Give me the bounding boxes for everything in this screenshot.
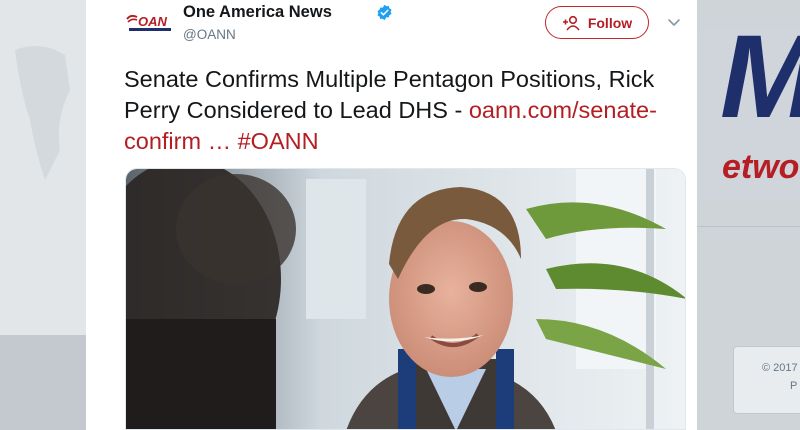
oan-logo: OAN xyxy=(126,14,171,31)
display-name[interactable]: One America News xyxy=(183,3,332,22)
follow-icon xyxy=(562,15,580,31)
avatar[interactable]: OAN xyxy=(125,6,173,42)
tweet-modal: OAN One America News @OANN Follow Senate… xyxy=(86,0,697,430)
world-map-graphic xyxy=(15,46,70,180)
background-divider xyxy=(697,226,800,227)
follow-button[interactable]: Follow xyxy=(545,6,649,39)
tweet-photo[interactable] xyxy=(125,168,686,430)
background-footer-link[interactable]: P xyxy=(790,380,797,392)
tweet-ellipsis: … xyxy=(201,128,238,154)
hashtag-link[interactable]: #OANN xyxy=(238,128,319,154)
background-left-lower xyxy=(0,335,86,430)
background-copyright: © 2017 xyxy=(762,362,798,374)
handle[interactable]: @OANN xyxy=(183,27,236,42)
follow-label: Follow xyxy=(587,14,633,31)
banner-logo-letter: M xyxy=(720,18,800,136)
tweet-header: OAN One America News @OANN Follow xyxy=(86,0,697,58)
banner-logo-text: etwo xyxy=(722,148,800,186)
chevron-down-icon[interactable] xyxy=(666,14,682,30)
background-header-image xyxy=(0,0,86,335)
tweet-text: Senate Confirms Multiple Pentagon Positi… xyxy=(124,64,684,157)
photo-image xyxy=(126,169,685,429)
verified-icon xyxy=(377,4,392,21)
svg-text:OAN: OAN xyxy=(138,14,168,29)
